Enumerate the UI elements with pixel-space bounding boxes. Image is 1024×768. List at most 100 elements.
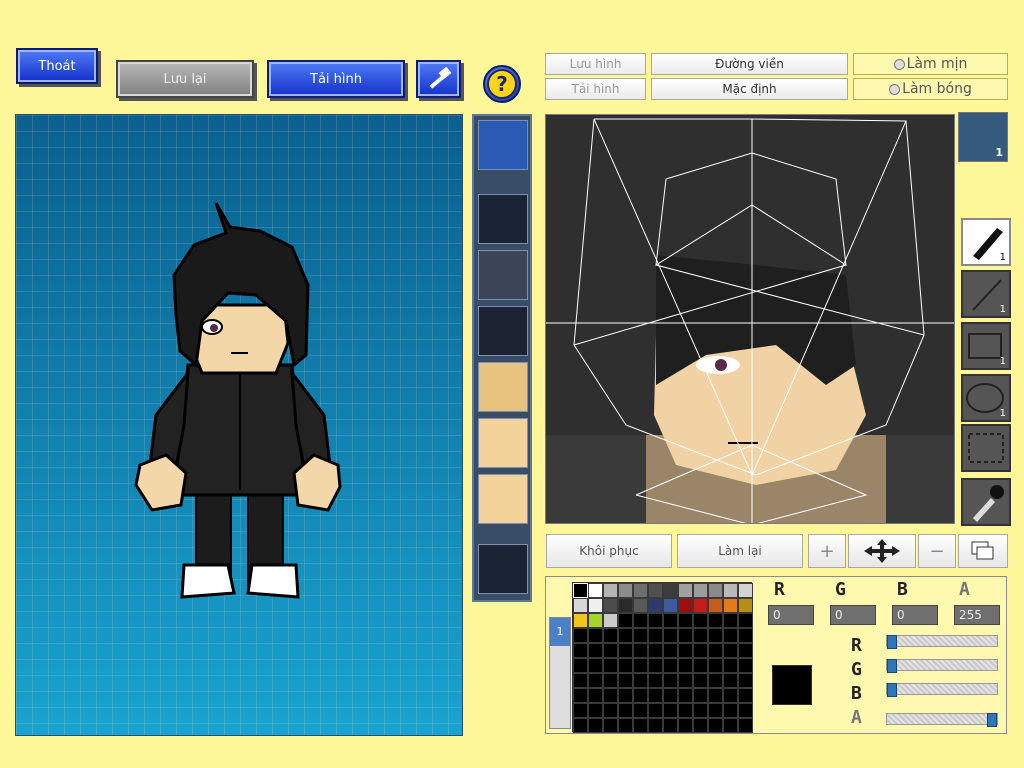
palette-cell[interactable] — [708, 643, 723, 658]
palette-cell[interactable] — [573, 673, 588, 688]
palette-cell[interactable] — [693, 613, 708, 628]
palette-cell[interactable] — [633, 658, 648, 673]
palette-cell[interactable] — [633, 583, 648, 598]
palette-cell[interactable] — [738, 688, 753, 703]
palette-cell[interactable] — [573, 583, 588, 598]
palette-cell[interactable] — [678, 613, 693, 628]
b-value-field[interactable]: 0 — [892, 605, 938, 625]
tab-load-image[interactable]: Tải hình — [545, 78, 646, 100]
palette-cell[interactable] — [738, 718, 753, 733]
layer-tab-1[interactable]: 1 — [550, 618, 570, 646]
r-slider[interactable] — [886, 635, 998, 649]
palette-cell[interactable] — [663, 658, 678, 673]
palette-cell[interactable] — [573, 598, 588, 613]
part-slot-mouth[interactable] — [478, 474, 528, 524]
part-slot-mask[interactable] — [478, 120, 528, 170]
palette-cell[interactable] — [693, 643, 708, 658]
tab-outline[interactable]: Đường viền — [651, 53, 848, 75]
palette-cell[interactable] — [603, 643, 618, 658]
palette-cell[interactable] — [693, 703, 708, 718]
shade-radio[interactable] — [889, 83, 901, 95]
palette-cell[interactable] — [708, 718, 723, 733]
part-slot-suit[interactable] — [478, 306, 528, 356]
palette-cell[interactable] — [603, 583, 618, 598]
palette-cell[interactable] — [663, 718, 678, 733]
palette-cell[interactable] — [693, 628, 708, 643]
a-slider-knob[interactable] — [987, 713, 997, 727]
palette-cell[interactable] — [588, 688, 603, 703]
palette-cell[interactable] — [588, 598, 603, 613]
tab-default[interactable]: Mặc định — [651, 78, 848, 100]
palette-cell[interactable] — [603, 598, 618, 613]
palette-cell[interactable] — [678, 688, 693, 703]
part-slot-empty[interactable] — [478, 544, 528, 594]
palette-cell[interactable] — [663, 628, 678, 643]
tab-save-image[interactable]: Lưu hình — [545, 53, 646, 75]
palette-cell[interactable] — [678, 628, 693, 643]
palette-cell[interactable] — [723, 598, 738, 613]
pen-tool[interactable]: 1 — [961, 218, 1011, 266]
palette-cell[interactable] — [588, 613, 603, 628]
palette-cell[interactable] — [603, 613, 618, 628]
palette-cell[interactable] — [723, 688, 738, 703]
palette-cell[interactable] — [648, 613, 663, 628]
palette-cell[interactable] — [588, 628, 603, 643]
palette-grid[interactable] — [572, 582, 753, 733]
palette-cell[interactable] — [618, 673, 633, 688]
palette-cell[interactable] — [663, 703, 678, 718]
palette-cell[interactable] — [738, 598, 753, 613]
part-slot-dragon-head[interactable] — [478, 250, 528, 300]
palette-cell[interactable] — [678, 703, 693, 718]
palette-cell[interactable] — [648, 643, 663, 658]
r-slider-knob[interactable] — [887, 635, 897, 649]
g-slider-knob[interactable] — [887, 659, 897, 673]
part-slot-eyes[interactable] — [478, 362, 528, 412]
selection-tool[interactable] — [961, 424, 1011, 472]
palette-cell[interactable] — [738, 583, 753, 598]
palette-cell[interactable] — [723, 673, 738, 688]
palette-cell[interactable] — [708, 673, 723, 688]
layers-button[interactable] — [958, 534, 1008, 568]
zoom-out-button[interactable]: − — [918, 534, 956, 568]
palette-cell[interactable] — [693, 718, 708, 733]
b-slider[interactable] — [886, 683, 998, 697]
palette-cell[interactable] — [603, 688, 618, 703]
redo-button[interactable]: Làm lại — [677, 534, 803, 568]
palette-cell[interactable] — [678, 673, 693, 688]
palette-cell[interactable] — [573, 718, 588, 733]
part-slot-empty[interactable] — [478, 194, 528, 244]
palette-cell[interactable] — [723, 643, 738, 658]
palette-cell[interactable] — [618, 583, 633, 598]
palette-cell[interactable] — [633, 718, 648, 733]
palette-cell[interactable] — [588, 673, 603, 688]
palette-cell[interactable] — [723, 703, 738, 718]
palette-cell[interactable] — [648, 673, 663, 688]
zoom-in-button[interactable]: + — [808, 534, 846, 568]
palette-cell[interactable] — [618, 643, 633, 658]
palette-cell[interactable] — [648, 583, 663, 598]
move-button[interactable] — [848, 534, 916, 568]
palette-cell[interactable] — [603, 718, 618, 733]
palette-cell[interactable] — [633, 643, 648, 658]
palette-cell[interactable] — [678, 718, 693, 733]
palette-cell[interactable] — [633, 598, 648, 613]
palette-cell[interactable] — [663, 613, 678, 628]
palette-cell[interactable] — [663, 598, 678, 613]
palette-cell[interactable] — [738, 643, 753, 658]
build-button[interactable] — [416, 60, 461, 98]
save-button[interactable]: Lưu lại — [116, 60, 254, 98]
option-shade[interactable]: Làm bóng — [853, 78, 1008, 100]
palette-cell[interactable] — [633, 673, 648, 688]
g-value-field[interactable]: 0 — [830, 605, 876, 625]
palette-cell[interactable] — [588, 583, 603, 598]
a-value-field[interactable]: 255 — [954, 605, 1000, 625]
option-smooth[interactable]: Làm mịn — [853, 53, 1008, 75]
rectangle-tool[interactable]: 1 — [961, 322, 1011, 370]
palette-cell[interactable] — [573, 703, 588, 718]
palette-cell[interactable] — [738, 613, 753, 628]
palette-cell[interactable] — [723, 583, 738, 598]
palette-cell[interactable] — [648, 658, 663, 673]
palette-cell[interactable] — [693, 658, 708, 673]
palette-cell[interactable] — [663, 688, 678, 703]
palette-cell[interactable] — [648, 598, 663, 613]
